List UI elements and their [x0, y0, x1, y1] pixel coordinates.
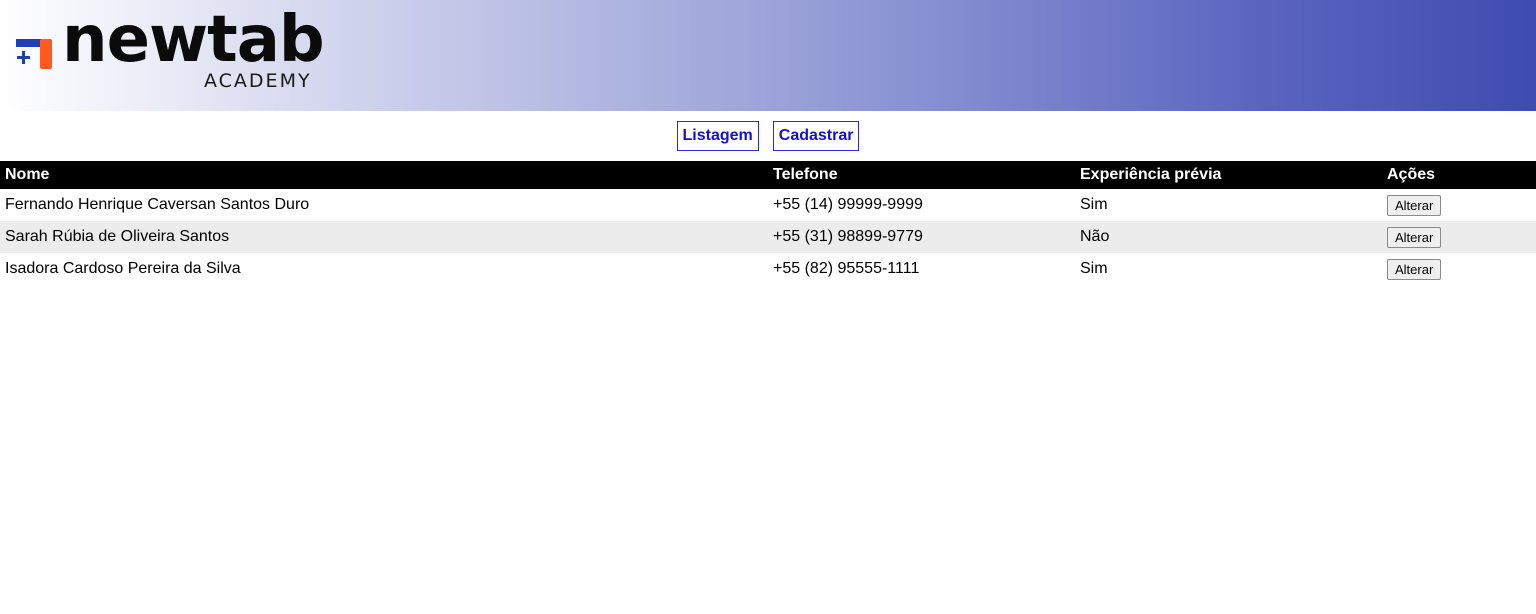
cell-experiencia: Sim — [1080, 260, 1108, 277]
brand-subtitle: ACADEMY — [204, 70, 312, 92]
header-acoes: Ações — [1387, 166, 1436, 183]
header-banner: newtab ACADEMY — [0, 0, 1536, 111]
table-header-row: Nome Telefone Experiência prévia Ações — [0, 161, 1536, 189]
alterar-button[interactable]: Alterar — [1387, 226, 1442, 248]
cell-nome: Isadora Cardoso Pereira da Silva — [5, 260, 241, 277]
newtab-logo: newtab ACADEMY — [14, 8, 325, 94]
alterar-button[interactable]: Alterar — [1387, 258, 1442, 280]
cell-telefone: +55 (14) 99999-9999 — [773, 196, 923, 213]
cell-acoes: Alterar — [1382, 253, 1536, 285]
alterar-button[interactable]: Alterar — [1387, 194, 1442, 216]
cell-acoes: Alterar — [1382, 189, 1536, 221]
table-row: Sarah Rúbia de Oliveira Santos +55 (31) … — [0, 221, 1536, 253]
cell-acoes: Alterar — [1382, 221, 1536, 253]
nav-cadastrar-link[interactable]: Cadastrar — [772, 121, 860, 151]
candidates-table: Nome Telefone Experiência prévia Ações F… — [0, 161, 1536, 285]
main-nav: Listagem Cadastrar — [0, 111, 1536, 161]
header-experiencia: Experiência prévia — [1080, 166, 1222, 183]
table-row: Fernando Henrique Caversan Santos Duro +… — [0, 189, 1536, 221]
cell-telefone: +55 (82) 95555-1111 — [773, 260, 920, 277]
brand-name: newtab — [62, 3, 325, 77]
newtab-logo-icon — [16, 39, 52, 69]
header-nome: Nome — [5, 166, 50, 183]
cell-experiencia: Não — [1080, 228, 1110, 245]
cell-nome: Sarah Rúbia de Oliveira Santos — [5, 228, 230, 245]
header-telefone: Telefone — [773, 166, 838, 183]
cell-nome: Fernando Henrique Caversan Santos Duro — [5, 196, 310, 213]
cell-telefone: +55 (31) 98899-9779 — [773, 228, 923, 245]
cell-experiencia: Sim — [1080, 196, 1108, 213]
table-row: Isadora Cardoso Pereira da Silva +55 (82… — [0, 253, 1536, 285]
nav-listagem-link[interactable]: Listagem — [676, 121, 759, 151]
